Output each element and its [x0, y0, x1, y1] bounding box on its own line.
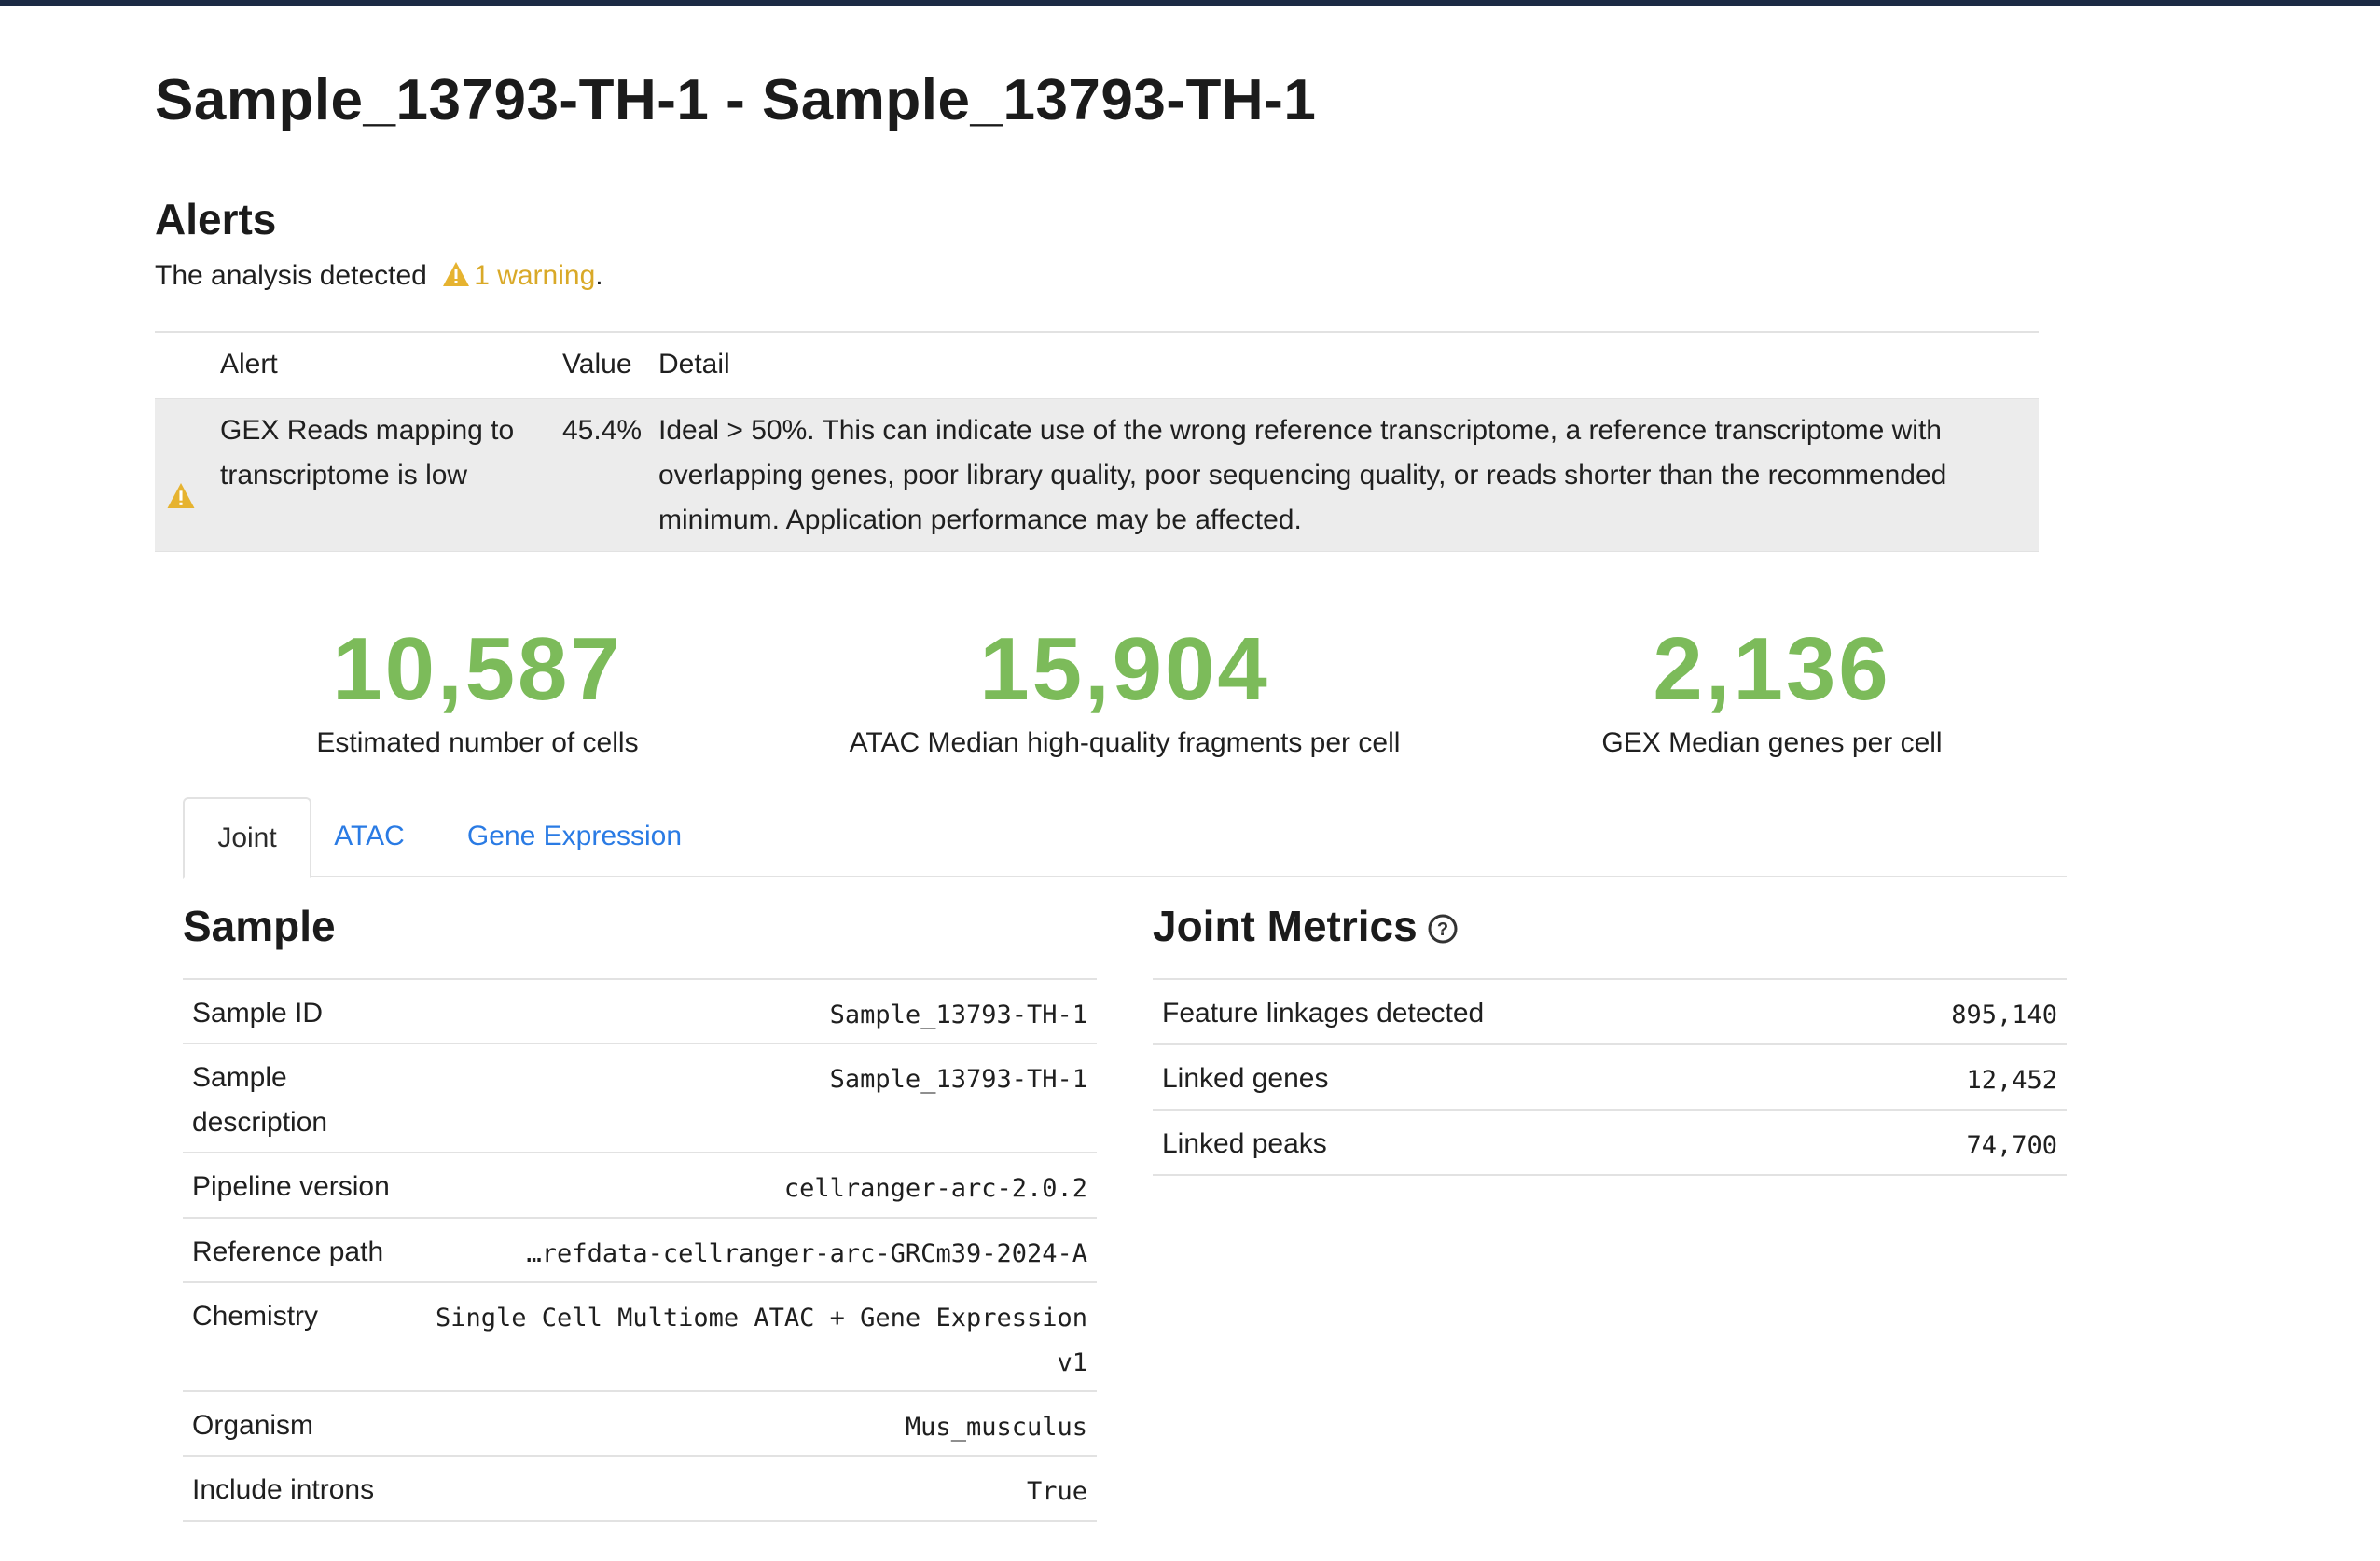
row-key: Linked genes — [1162, 1063, 1329, 1094]
table-row: Pipeline version cellranger-arc-2.0.2 — [183, 1153, 1097, 1219]
tab-joint[interactable]: Joint — [183, 797, 311, 879]
row-value: 12,452 — [1966, 1066, 2057, 1095]
alerts-heading: Alerts — [155, 195, 277, 243]
row-value: True — [1026, 1477, 1087, 1506]
table-row: Linked peaks 74,700 — [1153, 1111, 2067, 1176]
row-key: Chemistry — [192, 1301, 319, 1332]
alert-detail: Ideal > 50%. This can indicate use of th… — [658, 415, 1947, 535]
row-key: Include introns — [192, 1474, 375, 1505]
hero-metric-atac-fragments: 15,904 ATAC Median high-quality fragment… — [752, 615, 1498, 759]
joint-metrics-title: Joint Metrics — [1153, 902, 1418, 950]
alerts-summary: The analysis detected 1 warning. — [155, 260, 603, 292]
row-key: Reference path — [192, 1236, 384, 1267]
table-row: Include introns True — [183, 1457, 1097, 1522]
row-value: Mus_musculus — [905, 1413, 1087, 1442]
sample-table: Sample ID Sample_13793-TH-1 Sample descr… — [183, 978, 1097, 1522]
column-header-value: Value — [562, 349, 632, 380]
table-row: Sample description Sample_13793-TH-1 — [183, 1044, 1097, 1153]
row-value: cellranger-arc-2.0.2 — [783, 1174, 1087, 1203]
tab-gene-expression[interactable]: Gene Expression — [444, 797, 705, 876]
table-row: Linked genes 12,452 — [1153, 1045, 2067, 1111]
warning-count-link[interactable]: 1 warning — [474, 260, 595, 291]
row-key: Feature linkages detected — [1162, 998, 1485, 1029]
hero-metric-value: 2,136 — [1653, 619, 1891, 719]
alert-value: 45.4% — [562, 415, 643, 446]
table-row: Feature linkages detected 895,140 — [1153, 980, 2067, 1045]
table-row: Reference path …refdata-cellranger-arc-G… — [183, 1219, 1097, 1283]
sample-section-title: Sample — [183, 902, 336, 950]
joint-metrics-table: Feature linkages detected 895,140 Linked… — [1153, 978, 2067, 1176]
row-value: 895,140 — [1951, 1001, 2057, 1029]
table-row: Sample ID Sample_13793-TH-1 — [183, 980, 1097, 1044]
svg-text:?: ? — [1437, 919, 1448, 940]
hero-metric-label: Estimated number of cells — [316, 727, 639, 758]
question-circle-icon[interactable]: ? — [1427, 913, 1459, 945]
tab-bar: Joint ATAC Gene Expression — [183, 797, 2067, 879]
alerts-summary-prefix: The analysis detected — [155, 260, 427, 291]
hero-metric-label: GEX Median genes per cell — [1601, 727, 1943, 758]
alerts-summary-suffix: . — [595, 260, 603, 291]
row-key: Organism — [192, 1410, 314, 1441]
warning-icon — [443, 262, 470, 286]
hero-metric-label: ATAC Median high-quality fragments per c… — [849, 727, 1401, 758]
warning-icon — [167, 483, 195, 508]
page-title: Sample_13793-TH-1 - Sample_13793-TH-1 — [155, 68, 1317, 132]
alerts-table-header: Alert Value Detail — [155, 333, 2039, 399]
hero-metric-gex-genes: 2,136 GEX Median genes per cell — [1399, 615, 2145, 759]
row-key: Linked peaks — [1162, 1128, 1327, 1159]
row-key: Pipeline version — [192, 1171, 390, 1202]
alert-name: GEX Reads mapping to transcriptome is lo… — [220, 415, 515, 490]
column-header-detail: Detail — [658, 349, 730, 380]
alert-row: GEX Reads mapping to transcriptome is lo… — [155, 399, 2039, 552]
table-row: Chemistry Single Cell Multiome ATAC + Ge… — [183, 1283, 1097, 1392]
alerts-table: Alert Value Detail GEX Reads mapping to … — [155, 331, 2039, 552]
row-value: 74,700 — [1966, 1131, 2057, 1160]
table-row: Organism Mus_musculus — [183, 1392, 1097, 1457]
row-key: Sample ID — [192, 998, 324, 1029]
tab-atac[interactable]: ATAC — [321, 797, 418, 876]
row-value: …refdata-cellranger-arc-GRCm39-2024-A — [526, 1239, 1087, 1268]
hero-metric-cells: 10,587 Estimated number of cells — [104, 615, 851, 759]
row-key: Sample description — [192, 1062, 328, 1138]
hero-metric-value: 10,587 — [332, 619, 623, 719]
row-value: Sample_13793-TH-1 — [829, 1001, 1087, 1029]
joint-metrics-section-title: Joint Metrics ? — [1153, 901, 1459, 951]
row-value: Single Cell Multiome ATAC + Gene Express… — [436, 1304, 1087, 1377]
column-header-alert: Alert — [220, 349, 278, 380]
page: Sample_13793-TH-1 - Sample_13793-TH-1 Al… — [0, 0, 2380, 1561]
row-value: Sample_13793-TH-1 — [829, 1065, 1087, 1094]
hero-metric-value: 15,904 — [979, 619, 1270, 719]
